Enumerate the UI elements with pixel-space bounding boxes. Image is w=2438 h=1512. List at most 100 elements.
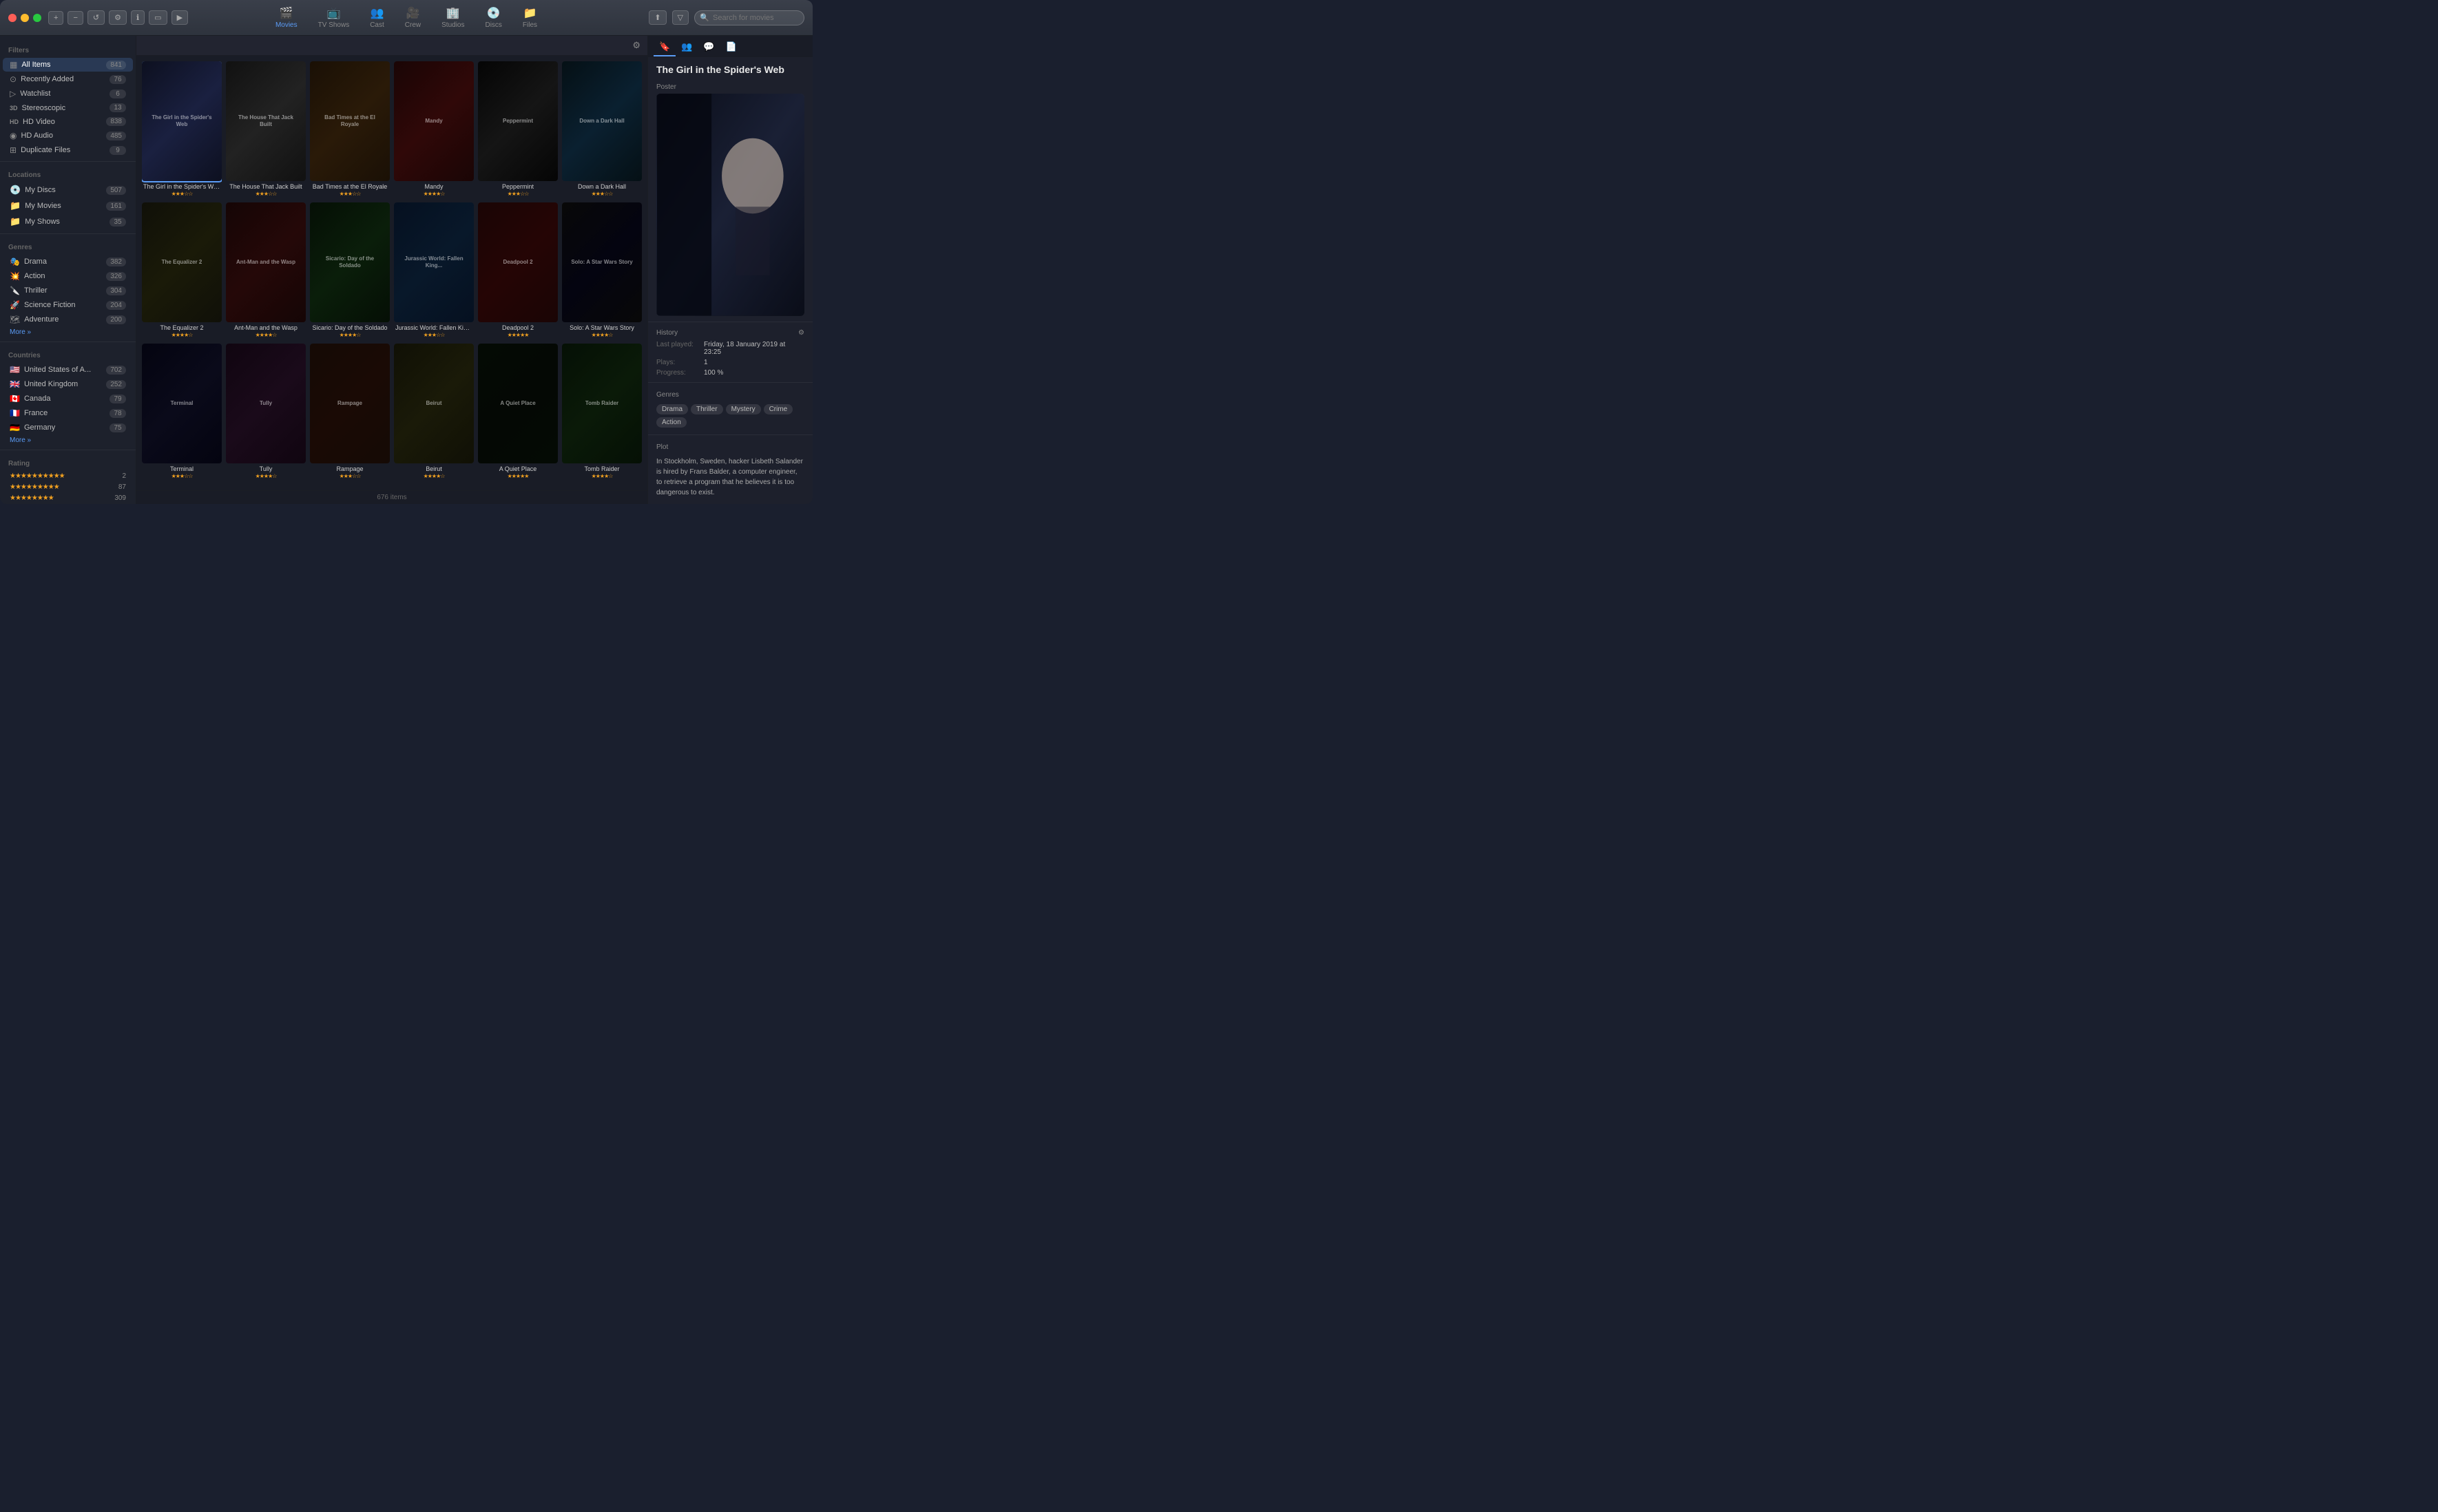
genres-more[interactable]: More » bbox=[0, 327, 136, 337]
movie-card-4[interactable]: Mandy Mandy ★★★★☆ bbox=[394, 61, 474, 198]
movie-title-12: Solo: A Star Wars Story bbox=[562, 322, 642, 332]
search-input[interactable] bbox=[694, 10, 804, 25]
movie-stars-4: ★★★★☆ bbox=[394, 191, 474, 198]
sidebar-item-hdaudio[interactable]: ◉ HD Audio 485 bbox=[3, 129, 133, 143]
nav-crew[interactable]: 🎥 Crew bbox=[405, 6, 421, 29]
sidebar-item-discs[interactable]: 💿 My Discs 507 bbox=[3, 182, 133, 198]
sidebar-item-hd[interactable]: HD HD Video 838 bbox=[3, 115, 133, 128]
sidebar-item-mymovies[interactable]: 📁 My Movies 161 bbox=[3, 198, 133, 213]
last-played-row: Last played: Friday, 18 January 2019 at … bbox=[648, 339, 813, 357]
usa-count: 702 bbox=[106, 366, 126, 375]
movie-card-11[interactable]: Deadpool 2 Deadpool 2 ★★★★★ bbox=[478, 202, 558, 339]
movie-card-3[interactable]: Bad Times at the El Royale Bad Times at … bbox=[310, 61, 390, 198]
movie-card-17[interactable]: A Quiet Place A Quiet Place ★★★★★ bbox=[478, 344, 558, 481]
movie-card-13[interactable]: Terminal Terminal ★★★☆☆ bbox=[142, 344, 222, 481]
movie-title-11: Deadpool 2 bbox=[478, 322, 558, 332]
movie-card-9[interactable]: Sicario: Day of the Soldado Sicario: Day… bbox=[310, 202, 390, 339]
nav-cast[interactable]: 👥 Cast bbox=[370, 6, 384, 29]
movie-card-10[interactable]: Jurassic World: Fallen King... Jurassic … bbox=[394, 202, 474, 339]
history-settings[interactable]: ⚙ bbox=[798, 329, 804, 337]
sidebar-item-germany[interactable]: 🇩🇪 Germany 75 bbox=[3, 421, 133, 434]
sidebar-item-dupe[interactable]: ⊞ Duplicate Files 9 bbox=[3, 143, 133, 157]
poster-12: Solo: A Star Wars Story bbox=[562, 202, 642, 322]
content-gear-icon[interactable]: ⚙ bbox=[632, 40, 640, 51]
sidebar-item-scifi[interactable]: 🚀 Science Fiction 204 bbox=[3, 298, 133, 312]
nav-studios[interactable]: 🏢 Studios bbox=[441, 6, 464, 29]
discs-label: My Discs bbox=[25, 186, 106, 194]
info-button[interactable]: ℹ bbox=[131, 10, 145, 25]
sidebar-item-action[interactable]: 💥 Action 326 bbox=[3, 269, 133, 283]
poster-7: The Equalizer 2 bbox=[142, 202, 222, 322]
sidebar-item-recent[interactable]: ⊙ Recently Added 76 bbox=[3, 72, 133, 86]
movie-card-2[interactable]: The House That Jack Built The House That… bbox=[226, 61, 306, 198]
countries-more[interactable]: More » bbox=[0, 435, 136, 445]
action-icon: 💥 bbox=[10, 271, 20, 281]
movie-card-12[interactable]: Solo: A Star Wars Story Solo: A Star War… bbox=[562, 202, 642, 339]
nav-discs-label: Discs bbox=[485, 21, 501, 29]
nav-crew-label: Crew bbox=[405, 21, 421, 29]
detail-tab-info[interactable]: 🔖 bbox=[654, 39, 676, 56]
settings-button[interactable]: ⚙ bbox=[109, 10, 127, 25]
rating-9-count: 87 bbox=[118, 483, 126, 491]
nav-movies[interactable]: 🎬 Movies bbox=[275, 6, 298, 29]
sidebar-item-usa[interactable]: 🇺🇸 United States of A... 702 bbox=[3, 363, 133, 377]
genre-thriller[interactable]: Thriller bbox=[691, 404, 723, 414]
display-button[interactable]: ▭ bbox=[149, 10, 167, 25]
movie-card-5[interactable]: Peppermint Peppermint ★★★☆☆ bbox=[478, 61, 558, 198]
refresh-button[interactable]: ↺ bbox=[87, 10, 105, 25]
movie-card-15[interactable]: Rampage Rampage ★★★☆☆ bbox=[310, 344, 390, 481]
genre-action[interactable]: Action bbox=[656, 417, 687, 428]
genre-drama[interactable]: Drama bbox=[656, 404, 688, 414]
sidebar-item-myshows[interactable]: 📁 My Shows 35 bbox=[3, 214, 133, 229]
poster-18: Tomb Raider bbox=[562, 344, 642, 463]
nav-files[interactable]: 📁 Files bbox=[523, 6, 537, 29]
plot-text: In Stockholm, Sweden, hacker Lisbeth Sal… bbox=[648, 454, 813, 501]
movie-card-7[interactable]: The Equalizer 2 The Equalizer 2 ★★★★☆ bbox=[142, 202, 222, 339]
sidebar-item-stereo[interactable]: 3D Stereoscopic 13 bbox=[3, 101, 133, 114]
genre-crime[interactable]: Crime bbox=[764, 404, 793, 414]
maximize-button[interactable] bbox=[33, 14, 41, 22]
poster-bg-16: Beirut bbox=[394, 344, 474, 463]
sidebar-item-canada[interactable]: 🇨🇦 Canada 79 bbox=[3, 392, 133, 406]
movie-card-14[interactable]: Tully Tully ★★★★☆ bbox=[226, 344, 306, 481]
sidebar-item-adventure[interactable]: 🗺 Adventure 200 bbox=[3, 313, 133, 326]
sidebar: Filters ▦ All Items 841 ⊙ Recently Added… bbox=[0, 36, 136, 504]
sidebar-item-watchlist[interactable]: ▷ Watchlist 6 bbox=[3, 87, 133, 101]
movie-card-16[interactable]: Beirut Beirut ★★★★☆ bbox=[394, 344, 474, 481]
cast-icon: 👥 bbox=[371, 6, 384, 20]
movie-card-8[interactable]: Ant-Man and the Wasp Ant-Man and the Was… bbox=[226, 202, 306, 339]
poster-2: The House That Jack Built bbox=[226, 61, 306, 181]
sidebar-item-all[interactable]: ▦ All Items 841 bbox=[3, 58, 133, 72]
minimize-button[interactable] bbox=[21, 14, 29, 22]
genre-mystery[interactable]: Mystery bbox=[726, 404, 761, 414]
movie-card-1[interactable]: The Girl in the Spider's Web The Girl in… bbox=[142, 61, 222, 198]
filter-button[interactable]: ▽ bbox=[672, 10, 689, 25]
close-button[interactable] bbox=[8, 14, 17, 22]
add-button[interactable]: + bbox=[48, 11, 63, 25]
movie-card-6[interactable]: Down a Dark Hall Down a Dark Hall ★★★☆☆ bbox=[562, 61, 642, 198]
sidebar-item-drama[interactable]: 🎭 Drama 382 bbox=[3, 255, 133, 269]
drama-count: 382 bbox=[106, 258, 126, 266]
recent-count: 76 bbox=[110, 75, 126, 84]
rating-row-8[interactable]: ★★★★★★★★ 309 bbox=[3, 493, 133, 503]
rating-row-10[interactable]: ★★★★★★★★★★ 2 bbox=[3, 471, 133, 481]
nav-discs[interactable]: 💿 Discs bbox=[485, 6, 501, 29]
export-button[interactable]: ⬆ bbox=[649, 10, 666, 25]
play-button[interactable]: ▶ bbox=[171, 10, 188, 25]
uk-count: 252 bbox=[106, 380, 126, 389]
files-icon: 📁 bbox=[523, 6, 537, 20]
detail-tab-cast[interactable]: 👥 bbox=[676, 39, 698, 56]
movie-card-18[interactable]: Tomb Raider Tomb Raider ★★★★☆ bbox=[562, 344, 642, 481]
sidebar-item-thriller[interactable]: 🔪 Thriller 304 bbox=[3, 284, 133, 297]
nav-tv[interactable]: 📺 TV Shows bbox=[318, 6, 350, 29]
sidebar-item-france[interactable]: 🇫🇷 France 78 bbox=[3, 406, 133, 420]
poster-section-label: Poster bbox=[648, 79, 813, 94]
poster-bg-8: Ant-Man and the Wasp bbox=[226, 202, 306, 322]
sidebar-item-uk[interactable]: 🇬🇧 United Kingdom 252 bbox=[3, 377, 133, 391]
minimize-btn[interactable]: − bbox=[67, 11, 83, 25]
thriller-icon: 🔪 bbox=[10, 286, 20, 295]
detail-tab-reviews[interactable]: 💬 bbox=[698, 39, 720, 56]
detail-tab-files[interactable]: 📄 bbox=[720, 39, 742, 56]
rating-row-9[interactable]: ★★★★★★★★★ 87 bbox=[3, 482, 133, 492]
recent-label: Recently Added bbox=[21, 75, 110, 83]
